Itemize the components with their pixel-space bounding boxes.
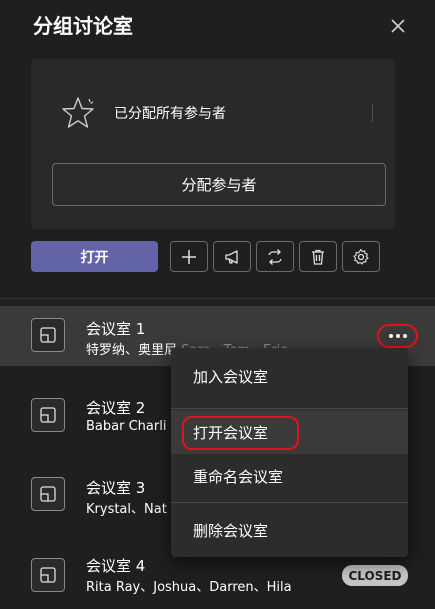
plus-icon [182,249,196,264]
swap-icon [268,248,282,265]
room-context-menu: 加入会议室 打开会议室 重命名会议室 删除会议室 [171,348,408,557]
room-icon [40,567,56,583]
room-icon [40,486,56,502]
menu-divider [171,502,408,503]
room-icon-2 [31,398,65,432]
more-dot-icon [395,334,400,338]
room-name-2: 会议室 2 [86,399,146,417]
more-dot-icon [388,334,393,338]
megaphone-icon [225,249,238,264]
assign-participants-button[interactable]: 分配参与者 [52,163,386,206]
gear-icon [353,248,369,265]
room-members-2: Babar Charli [86,419,167,434]
room-icon-1 [31,318,65,352]
announcement-button[interactable] [213,241,251,272]
menu-item-join-room[interactable]: 加入会议室 [171,354,408,398]
room-members-4: Rita Ray、Joshua、Darren、Hila [86,580,292,595]
card-divider [372,104,373,122]
room-name-1: 会议室 1 [86,320,146,338]
room-icon-3 [31,477,65,511]
menu-item-rename-room[interactable]: 重命名会议室 [171,454,408,498]
room-icon-4 [31,558,65,592]
room-name-3: 会议室 3 [86,479,146,497]
section-divider [0,298,435,299]
add-room-button[interactable] [170,241,208,272]
room-icon [40,327,56,343]
trash-icon [312,249,324,265]
assign-status-text: 已分配所有参与者 [114,106,226,122]
menu-divider [171,408,408,409]
panel-title: 分组讨论室 [33,14,133,38]
close-button[interactable] [386,14,410,38]
room-icon [40,407,56,423]
close-icon[interactable] [386,14,410,38]
room-name-4: 会议室 4 [86,557,146,575]
settings-button[interactable] [342,241,380,272]
room-more-options-button[interactable] [377,324,418,348]
more-dot-icon [402,334,407,338]
room-members-3: Krystal、Nat [86,502,167,517]
menu-item-delete-room[interactable]: 删除会议室 [171,508,408,552]
recreate-rooms-button[interactable] [256,241,294,272]
room-members-main-1: 特罗纳、奥里尼 [86,343,178,358]
highlight-ring [182,416,299,450]
star-icon [62,97,94,128]
delete-rooms-button[interactable] [299,241,337,272]
open-rooms-button[interactable]: 打开 [31,241,158,272]
status-badge: CLOSED [342,565,408,586]
